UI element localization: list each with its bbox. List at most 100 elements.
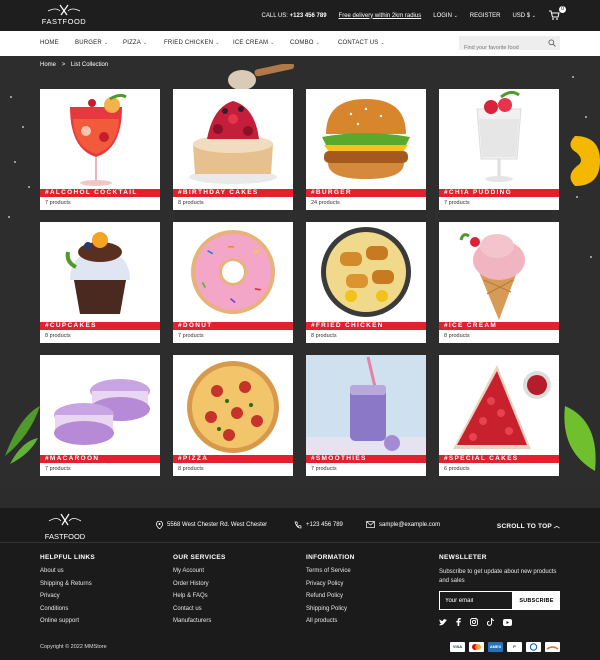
newsletter-email-input[interactable] — [439, 591, 513, 610]
search-input[interactable] — [459, 41, 545, 55]
decor-speck — [585, 116, 587, 118]
footer-link[interactable]: Terms of Service — [306, 568, 355, 574]
decor-speck — [22, 126, 24, 128]
collection-tag[interactable]: #ICE CREAM — [439, 322, 559, 330]
collection-tag[interactable]: #BIRTHDAY CAKES — [173, 189, 293, 197]
decor-speck — [10, 96, 12, 98]
footer-col-title: OUR SERVICES — [173, 554, 226, 561]
collection-tag[interactable]: #FRIED CHICKEN — [306, 322, 426, 330]
nav-combo[interactable]: COMBO ⌄ — [290, 31, 320, 56]
footer-link[interactable]: Contact us — [173, 606, 226, 612]
location-pin-icon — [156, 521, 163, 529]
nav-fried-chicken[interactable]: FRIED CHICKEN ⌄ — [164, 31, 220, 56]
footer-link[interactable]: Shipping & Returns — [40, 581, 95, 587]
decor-speck — [572, 76, 574, 78]
twitter-icon[interactable] — [439, 618, 447, 626]
product-count: 8 products — [178, 200, 204, 206]
collection-tag[interactable]: #PIZZA — [173, 455, 293, 463]
amex-icon: AMEX — [488, 642, 503, 652]
breadcrumb-home[interactable]: Home — [40, 62, 56, 68]
site-logo[interactable]: FASTFOOD — [40, 4, 88, 28]
facebook-icon[interactable] — [456, 618, 461, 626]
collection-card[interactable]: #MACAROON 7 products — [40, 355, 160, 476]
footer-logo[interactable]: FASTFOOD — [40, 513, 90, 541]
burger-image — [322, 99, 410, 179]
footer-link[interactable]: Privacy — [40, 593, 95, 599]
collection-card[interactable]: #SMOOTHIES 7 products — [306, 355, 426, 476]
collection-card[interactable]: #ALCOHOL COCKTAIL 7 products — [40, 89, 160, 210]
top-bar: FASTFOOD CALL US: +123 456 789 Free deli… — [0, 0, 600, 31]
newsletter-form: SUBSCRIBE — [439, 591, 560, 610]
product-count: 24 products — [311, 200, 340, 206]
footer-link[interactable]: About us — [40, 568, 95, 574]
collection-card[interactable]: #CHIA PUDDING 7 products — [439, 89, 559, 210]
footer-link[interactable]: Shipping Policy — [306, 606, 355, 612]
collection-tag[interactable]: #ALCOHOL COCKTAIL — [40, 189, 160, 197]
collection-tag[interactable]: #CHIA PUDDING — [439, 189, 559, 197]
collection-tag[interactable]: #DONUT — [173, 322, 293, 330]
subscribe-button[interactable]: SUBSCRIBE — [513, 591, 560, 610]
pizza-image — [187, 361, 279, 453]
collection-tag[interactable]: #CUPCAKES — [40, 322, 160, 330]
special-cake-image — [453, 365, 551, 449]
collection-tag[interactable]: #BURGER — [306, 189, 426, 197]
collection-card[interactable]: #CUPCAKES 8 products — [40, 222, 160, 343]
product-count: 7 products — [178, 333, 204, 339]
login-link[interactable]: LOGIN ⌄ — [433, 13, 458, 19]
footer-col-helpful-links: HELPFUL LINKS About us Shipping & Return… — [40, 554, 95, 631]
nav-burger[interactable]: BURGER ⌄ — [75, 31, 108, 56]
herb-decor-icon — [5, 406, 40, 464]
register-link[interactable]: REGISTER — [470, 13, 501, 19]
youtube-icon[interactable] — [503, 618, 512, 626]
fork-knife-logo-icon — [47, 4, 81, 16]
collection-card[interactable]: #FRIED CHICKEN 8 products — [306, 222, 426, 343]
currency-selector[interactable]: USD $ ⌄ — [512, 13, 536, 19]
collection-card[interactable]: #BURGER 24 products — [306, 89, 426, 210]
fried-chicken-image — [321, 227, 411, 317]
nav-ice-cream[interactable]: ICE CREAM ⌄ — [233, 31, 275, 56]
footer-link[interactable]: All products — [306, 618, 355, 624]
collection-card[interactable]: #BIRTHDAY CAKES 8 products — [173, 89, 293, 210]
breadcrumb-separator: > — [61, 62, 66, 68]
chevron-down-icon: ⌄ — [270, 40, 275, 46]
footer-phone: +123 456 789 — [294, 521, 343, 529]
pepper-decor-icon — [570, 136, 600, 186]
footer-link[interactable]: Manufacturers — [173, 618, 226, 624]
footer-link[interactable]: My Account — [173, 568, 226, 574]
search-icon[interactable] — [548, 39, 556, 47]
scroll-to-top-button[interactable]: SCROLL TO TOP ︿ — [497, 521, 560, 530]
phone-icon — [294, 521, 302, 529]
collection-card[interactable]: #ICE CREAM 8 products — [439, 222, 559, 343]
delivery-link[interactable]: Free delivery within 2km radius — [339, 13, 422, 19]
chia-pudding-image — [476, 90, 522, 182]
chevron-down-icon: ⌄ — [103, 40, 109, 46]
mail-icon — [366, 521, 375, 528]
instagram-icon[interactable] — [470, 618, 478, 626]
footer-link[interactable]: Online support — [40, 618, 95, 624]
cart-button[interactable]: 0 — [548, 5, 566, 23]
product-count: 6 products — [444, 466, 470, 472]
nav-contact-us[interactable]: CONTACT US ⌄ — [338, 31, 385, 56]
collection-card[interactable]: #DONUT 7 products — [173, 222, 293, 343]
nav-home[interactable]: HOME — [40, 31, 59, 56]
footer-link[interactable]: Privacy Policy — [306, 581, 355, 587]
tiktok-icon[interactable] — [487, 618, 494, 626]
product-count: 7 products — [444, 200, 470, 206]
footer-link[interactable]: Refund Policy — [306, 593, 355, 599]
nav-pizza[interactable]: PIZZA ⌄ — [123, 31, 147, 56]
diners-icon — [526, 642, 541, 652]
collection-tag[interactable]: #SMOOTHIES — [306, 455, 426, 463]
footer-link[interactable]: Help & FAQs — [173, 593, 226, 599]
chevron-down-icon: ⌄ — [143, 40, 148, 46]
footer-link[interactable]: Order History — [173, 581, 226, 587]
visa-icon: VISA — [450, 642, 465, 652]
collection-card[interactable]: #SPECIAL CAKES 6 products — [439, 355, 559, 476]
donut-image — [191, 230, 275, 314]
top-phone[interactable]: +123 456 789 — [290, 13, 327, 19]
breadcrumb-current: List Collection — [70, 62, 109, 68]
collection-tag[interactable]: #SPECIAL CAKES — [439, 455, 559, 463]
collection-tag[interactable]: #MACAROON — [40, 455, 160, 463]
collection-card[interactable]: #PIZZA 8 products — [173, 355, 293, 476]
payment-methods: VISA AMEX P — [450, 642, 560, 652]
footer-link[interactable]: Conditions — [40, 606, 95, 612]
